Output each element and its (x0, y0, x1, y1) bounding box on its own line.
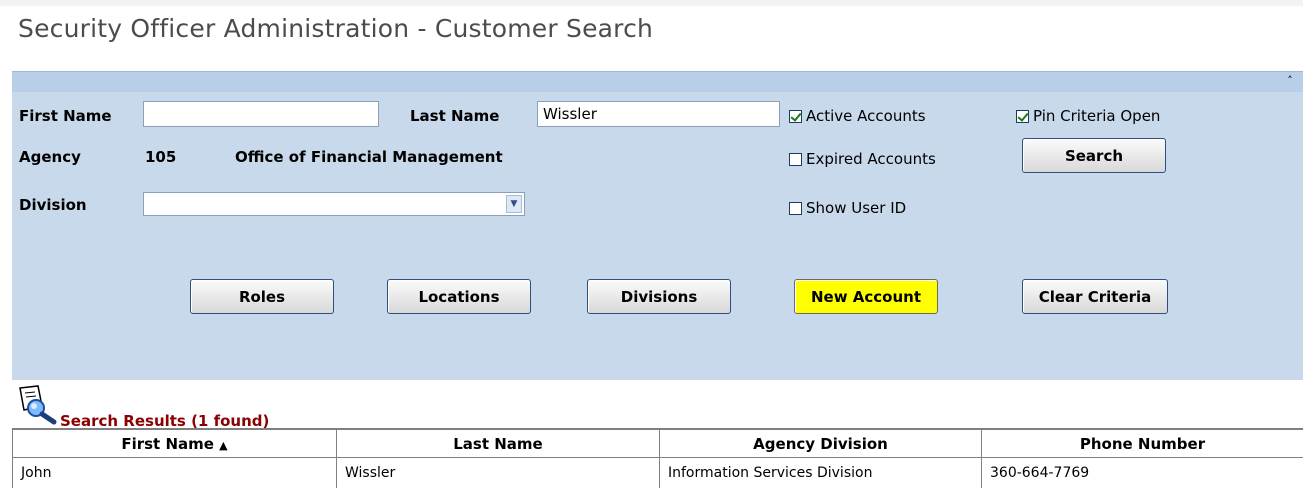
table-header-row: First Name ▲ Last Name Agency Division P… (12, 428, 1303, 458)
magnifier-document-icon (19, 385, 57, 425)
page-title: Security Officer Administration - Custom… (18, 14, 654, 43)
cell-phone-number: 360-664-7769 (981, 457, 1303, 488)
pin-criteria-checkbox[interactable]: Pin Criteria Open (1016, 107, 1160, 125)
active-accounts-label: Active Accounts (806, 107, 926, 125)
cell-last-name: Wissler (336, 457, 660, 488)
agency-name: Office of Financial Management (235, 148, 503, 166)
division-label: Division (19, 196, 87, 214)
new-account-button[interactable]: New Account (794, 279, 938, 314)
column-header-agency-division[interactable]: Agency Division (659, 428, 982, 458)
last-name-label: Last Name (410, 107, 500, 125)
show-user-id-label: Show User ID (806, 199, 907, 217)
checkbox-box[interactable] (789, 152, 802, 166)
expired-accounts-label: Expired Accounts (806, 150, 936, 168)
agency-label: Agency (19, 148, 81, 166)
sort-ascending-icon: ▲ (219, 438, 228, 452)
column-header-label[interactable]: First Name (121, 435, 214, 453)
divisions-button[interactable]: Divisions (587, 279, 731, 314)
checkbox-box[interactable] (789, 109, 802, 123)
checkbox-box[interactable] (1016, 109, 1029, 123)
last-name-input[interactable] (537, 101, 780, 127)
results-table: First Name ▲ Last Name Agency Division P… (12, 428, 1303, 488)
locations-button[interactable]: Locations (387, 279, 531, 314)
chevron-down-icon[interactable]: ▼ (506, 195, 522, 213)
first-name-input[interactable] (143, 101, 379, 127)
clear-criteria-button[interactable]: Clear Criteria (1022, 279, 1168, 314)
panel-header: ˄ (12, 72, 1303, 92)
pin-criteria-label: Pin Criteria Open (1033, 107, 1161, 125)
show-user-id-checkbox[interactable]: Show User ID (789, 199, 906, 217)
active-accounts-checkbox[interactable]: Active Accounts (789, 107, 926, 125)
cell-first-name: John (12, 457, 337, 488)
double-chevron-up-icon[interactable]: ˄ (1283, 73, 1297, 89)
division-select[interactable]: ▼ (143, 192, 525, 216)
column-header-first-name[interactable]: First Name ▲ (12, 428, 337, 458)
search-button[interactable]: Search (1022, 138, 1166, 173)
column-header-last-name[interactable]: Last Name (336, 428, 660, 458)
table-row[interactable]: John Wissler Information Services Divisi… (12, 457, 1303, 488)
roles-button[interactable]: Roles (190, 279, 334, 314)
checkbox-box[interactable] (789, 201, 802, 215)
cell-agency-division: Information Services Division (659, 457, 982, 488)
expired-accounts-checkbox[interactable]: Expired Accounts (789, 150, 936, 168)
agency-code: 105 (145, 148, 177, 166)
first-name-label: First Name (19, 107, 112, 125)
top-strip (0, 0, 1303, 6)
column-header-phone-number[interactable]: Phone Number (981, 428, 1303, 458)
